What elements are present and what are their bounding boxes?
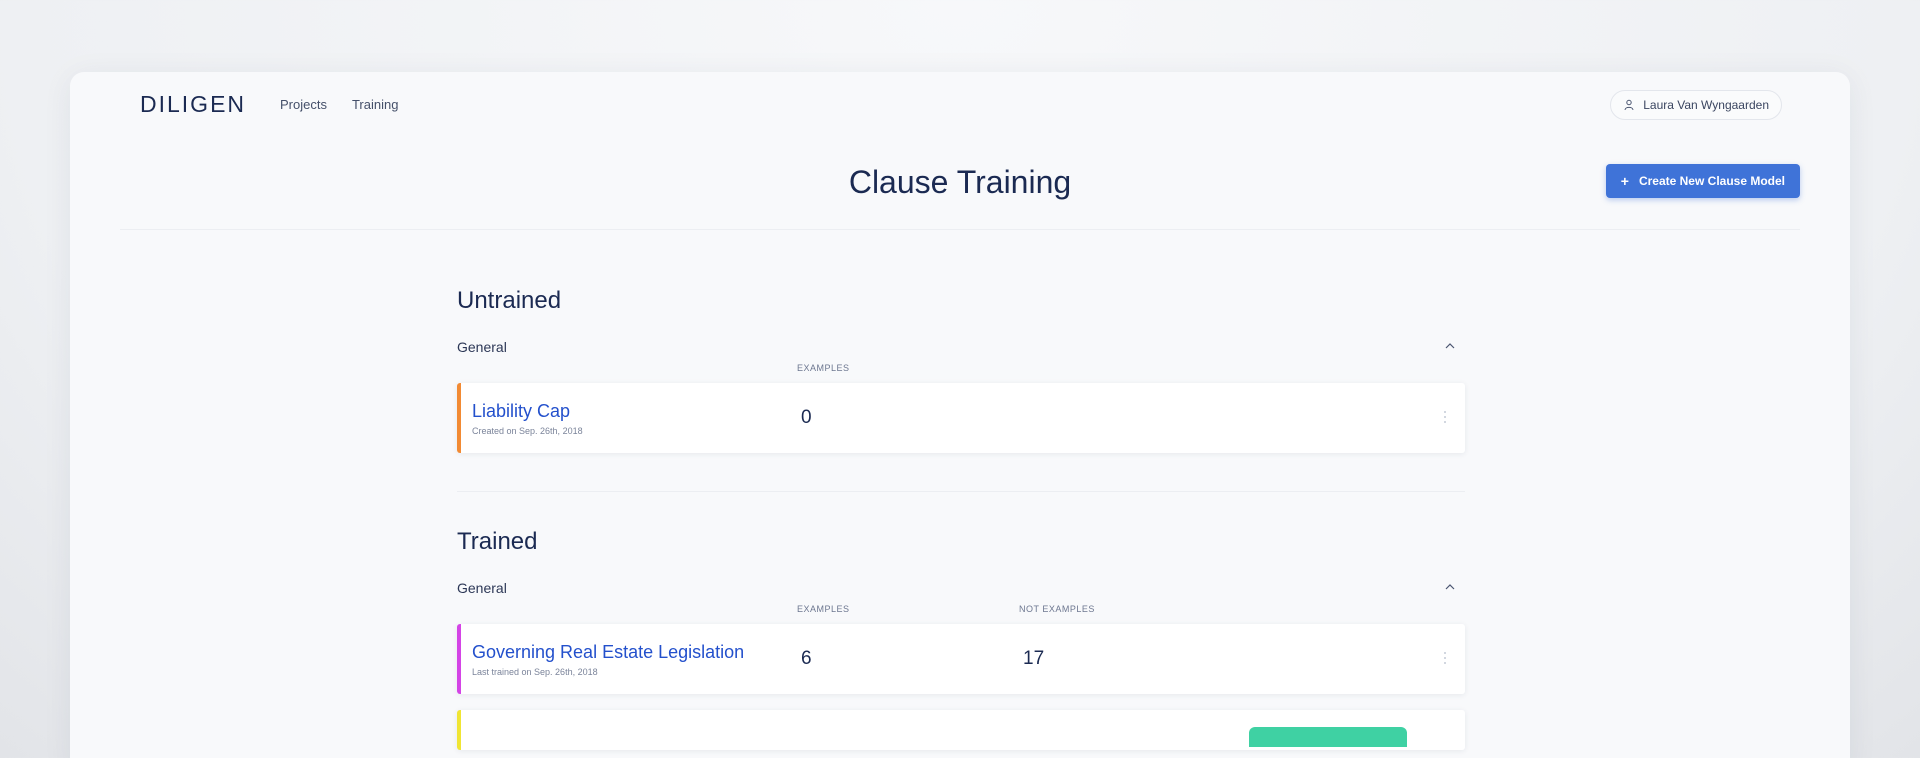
chevron-up-icon[interactable] bbox=[1443, 580, 1457, 594]
examples-count: 0 bbox=[801, 407, 812, 428]
column-header-not-examples: NOT EXAMPLES bbox=[1019, 604, 1095, 614]
status-badge bbox=[1249, 727, 1407, 747]
column-header-examples: EXAMPLES bbox=[797, 363, 850, 373]
trained-section-title: Trained bbox=[457, 528, 538, 555]
user-menu-button[interactable]: Laura Van Wyngaarden bbox=[1610, 90, 1782, 120]
untrained-group-header[interactable]: General bbox=[457, 339, 1465, 357]
examples-count: 6 bbox=[801, 648, 812, 669]
app-window: DILIGEN Projects Training Laura Van Wyng… bbox=[70, 72, 1850, 758]
create-new-clause-model-button[interactable]: + Create New Clause Model bbox=[1605, 164, 1800, 198]
page-title: Clause Training bbox=[848, 164, 1072, 200]
user-icon bbox=[1624, 99, 1634, 111]
chevron-up-icon[interactable] bbox=[1443, 339, 1457, 353]
clause-model-date: Last trained on Sep. 26th, 2018 bbox=[472, 667, 598, 677]
top-navigation-bar: DILIGEN Projects Training Laura Van Wyng… bbox=[70, 72, 1850, 142]
group-label: General bbox=[457, 339, 507, 355]
trained-column-headers: EXAMPLES NOT EXAMPLES bbox=[457, 598, 1465, 624]
diligen-logo[interactable]: DILIGEN bbox=[140, 91, 246, 118]
kebab-menu-icon[interactable] bbox=[1443, 408, 1447, 426]
create-button-label: Create New Clause Model bbox=[1638, 174, 1785, 188]
trained-group-header[interactable]: General bbox=[457, 580, 1465, 598]
clause-model-date: Created on Sep. 26th, 2018 bbox=[472, 426, 583, 436]
nav-projects-link[interactable]: Projects bbox=[280, 97, 327, 112]
user-name: Laura Van Wyngaarden bbox=[1643, 98, 1769, 112]
not-examples-count: 17 bbox=[1023, 648, 1045, 669]
clause-model-card-partial[interactable] bbox=[457, 710, 1465, 750]
clause-model-card[interactable]: Governing Real Estate Legislation Last t… bbox=[457, 624, 1465, 694]
main-nav: Projects Training bbox=[280, 97, 398, 112]
clause-model-card[interactable]: Liability Cap Created on Sep. 26th, 2018… bbox=[457, 383, 1465, 453]
plus-icon: + bbox=[1620, 173, 1629, 189]
untrained-section-title: Untrained bbox=[457, 287, 562, 314]
header-divider bbox=[120, 229, 1800, 230]
column-header-examples: EXAMPLES bbox=[797, 604, 850, 614]
kebab-menu-icon[interactable] bbox=[1443, 649, 1447, 667]
section-divider bbox=[457, 491, 1465, 492]
clause-model-name[interactable]: Governing Real Estate Legislation bbox=[472, 642, 744, 663]
training-content: Untrained General EXAMPLES Liability Cap… bbox=[457, 287, 1465, 750]
untrained-column-headers: EXAMPLES bbox=[457, 357, 1465, 383]
nav-training-link[interactable]: Training bbox=[352, 97, 398, 112]
clause-model-name[interactable]: Liability Cap bbox=[472, 401, 570, 422]
group-label: General bbox=[457, 580, 507, 596]
